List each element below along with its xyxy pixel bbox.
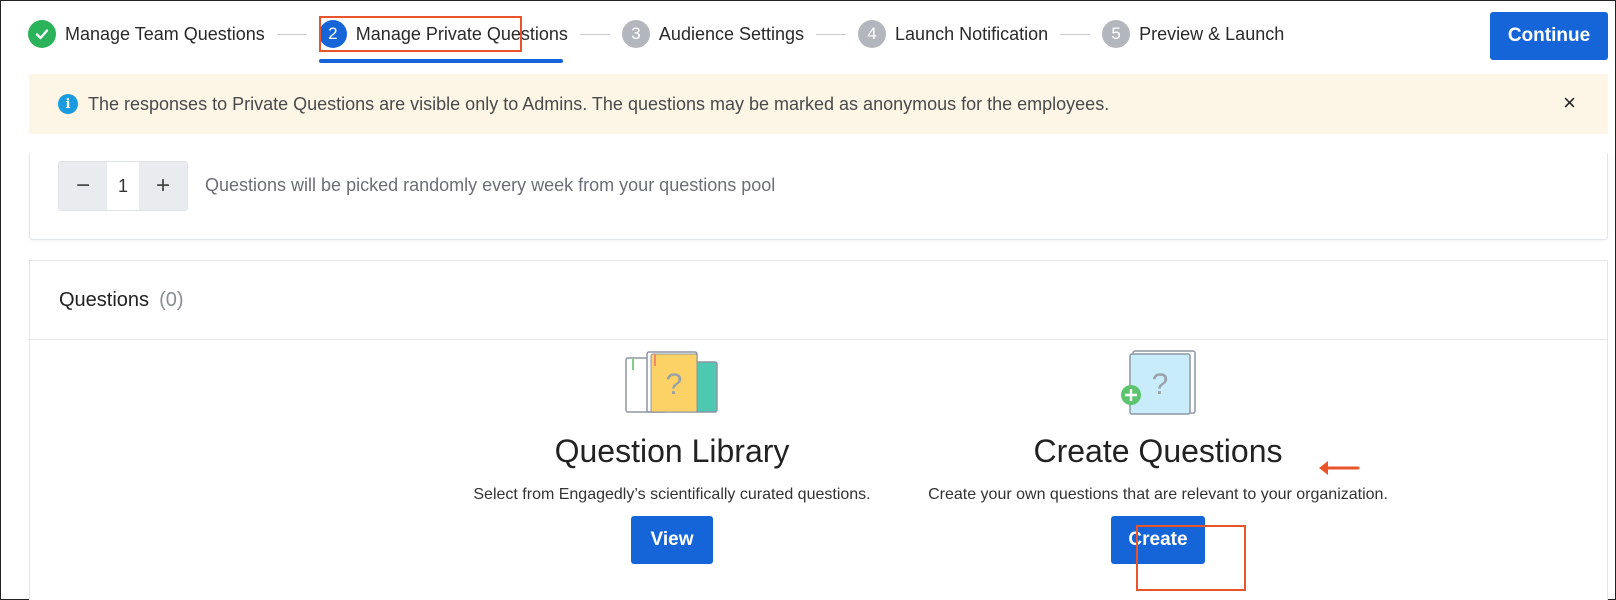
step-label: Audience Settings (658, 23, 805, 44)
svg-text:?: ? (666, 368, 683, 401)
step-number: 5 (1102, 20, 1131, 48)
step-connector (276, 34, 307, 35)
step-label: Launch Notification (895, 23, 1049, 44)
step-preview-launch[interactable]: 5 Preview & Launch (1102, 18, 1284, 50)
info-banner: i The responses to Private Questions are… (29, 74, 1608, 134)
increment-button[interactable]: + (139, 162, 187, 210)
frequency-description: Questions will be picked randomly every … (205, 175, 776, 195)
info-icon: i (58, 94, 78, 114)
step-number: 4 (858, 20, 887, 48)
decrement-button[interactable]: − (59, 162, 107, 210)
questions-title: Questions (59, 288, 150, 311)
question-library-option: Question Library Select from Engagedly’s… (472, 433, 872, 564)
questions-header: Questions (0) (30, 261, 1607, 340)
check-icon (28, 20, 56, 48)
frequency-card: − 1 + Questions will be picked randomly … (29, 153, 1608, 240)
step-audience-settings[interactable]: 3 Audience Settings (621, 18, 805, 50)
question-library-icon: ? (625, 351, 718, 413)
quantity-stepper: − 1 + (58, 161, 188, 211)
continue-button[interactable]: Continue (1490, 12, 1608, 60)
question-library-description: Select from Engagedly’s scientifically c… (473, 486, 871, 503)
create-question-icon: ? (1121, 350, 1196, 415)
close-icon[interactable]: × (1563, 92, 1576, 114)
quantity-value[interactable]: 1 (107, 162, 139, 210)
question-library-title: Question Library (554, 433, 790, 469)
arrow-left-icon (1319, 461, 1360, 475)
highlight-box (319, 16, 522, 52)
step-connector (816, 34, 847, 35)
step-number: 3 (621, 20, 650, 48)
view-button[interactable]: View (631, 516, 713, 564)
active-step-underline (318, 59, 563, 63)
banner-message: The responses to Private Questions are v… (88, 93, 1110, 114)
step-connector (1060, 34, 1091, 35)
highlight-box (1136, 525, 1246, 591)
step-connector (579, 34, 610, 35)
step-manage-team-questions[interactable]: Manage Team Questions (28, 18, 265, 50)
questions-count: (0) (159, 288, 184, 311)
step-label: Manage Team Questions (65, 23, 265, 44)
svg-text:?: ? (1152, 368, 1169, 401)
create-questions-description: Create your own questions that are relev… (928, 486, 1388, 503)
wizard-stepper: Manage Team Questions 2 Manage Private Q… (28, 18, 1284, 64)
step-launch-notification[interactable]: 4 Launch Notification (858, 18, 1048, 50)
step-label: Preview & Launch (1139, 23, 1285, 44)
